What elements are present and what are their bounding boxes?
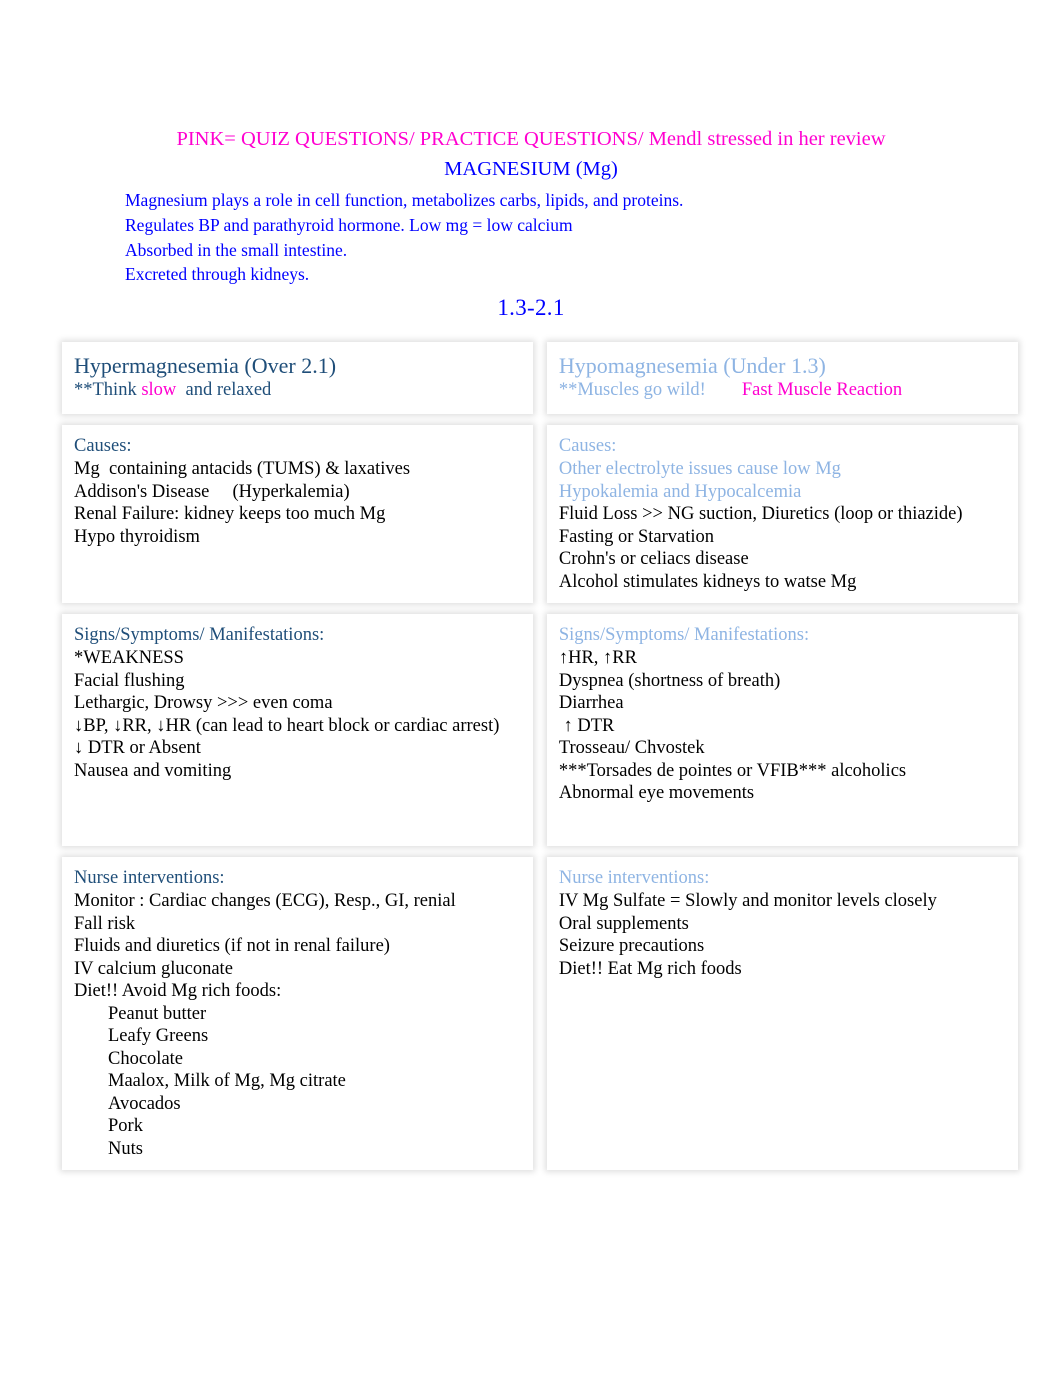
hypomagnesemia-title: Hypomagnesemia (Under 1.3)	[558, 353, 826, 378]
page-title: MAGNESIUM (Mg)	[444, 158, 618, 180]
interventions-heading: Nurse interventions:	[558, 868, 710, 888]
subtitle-highlight: slow	[141, 380, 177, 400]
intervention-item: Seizure precautions	[558, 936, 705, 956]
causes-item: Fluid Loss >> NG suction, Diuretics (loo…	[558, 504, 963, 524]
intro-line-4: Excreted through kidneys.	[125, 264, 310, 285]
signs-item: ***Torsades de pointes or VFIB*** alcoho…	[558, 760, 907, 781]
hypomagnesemia-subtitle: **Muscles go wild! Fast Muscle Reaction	[559, 379, 1006, 402]
cell-hypo-signs: Signs/Symptoms/ Manifestations: ↑HR, ↑RR…	[546, 614, 1018, 846]
intro-line-1: Magnesium plays a role in cell function,…	[125, 190, 684, 210]
signs-item: ↓BP, ↓RR, ↓HR (can lead to heart block o…	[74, 715, 500, 736]
signs-item: Abnormal eye movements	[558, 783, 755, 803]
signs-item: Trosseau/ Chvostek	[558, 738, 705, 758]
intervention-item: Fluids and diuretics (if not in renal fa…	[74, 936, 390, 956]
intervention-item: Fall risk	[74, 913, 136, 934]
signs-item: *WEAKNESS	[74, 648, 184, 668]
food-item: Nuts	[108, 1138, 143, 1159]
causes-item: Hypokalemia and Hypocalcemia	[558, 481, 802, 502]
intervention-item: IV Mg Sulfate = Slowly and monitor level…	[558, 891, 937, 911]
signs-item: ↑ DTR	[558, 715, 615, 736]
intro-line-3: Absorbed in the small intestine.	[125, 239, 348, 260]
causes-item: Hypo thyroidism	[74, 526, 200, 547]
pink-legend-banner: PINK= QUIZ QUESTIONS/ PRACTICE QUESTIONS…	[176, 128, 886, 150]
column-gutter	[533, 342, 547, 414]
column-gutter	[533, 857, 547, 1170]
signs-item: Dyspnea (shortness of breath)	[558, 670, 781, 691]
intervention-item: Oral supplements	[558, 913, 689, 934]
causes-heading: Causes:	[558, 436, 617, 456]
causes-item: Mg containing antacids (TUMS) & laxative…	[74, 459, 411, 479]
signs-item: ↑HR, ↑RR	[558, 648, 637, 668]
causes-item: Crohn's or celiacs disease	[558, 549, 749, 569]
intervention-item: Diet!! Avoid Mg rich foods:	[74, 981, 282, 1001]
causes-item: Renal Failure: kidney keeps too much Mg	[74, 504, 386, 524]
signs-item: Nausea and vomiting	[74, 760, 232, 781]
food-item: Leafy Greens	[108, 1026, 209, 1046]
column-gutter	[533, 425, 547, 603]
table-row-interventions: Nurse interventions: Monitor : Cardiac c…	[62, 857, 1018, 1170]
causes-item: Fasting or Starvation	[558, 526, 715, 547]
subtitle-suffix: and relaxed	[176, 380, 272, 400]
causes-item: Addison's Disease (Hyperkalemia)	[74, 481, 350, 502]
subtitle-prefix: **Think	[74, 380, 142, 400]
cell-hypo-title: Hypomagnesemia (Under 1.3) **Muscles go …	[546, 342, 1018, 414]
table-row-gap	[62, 414, 1018, 425]
signs-item: ↓ DTR or Absent	[74, 738, 201, 758]
food-item: Pork	[108, 1116, 143, 1136]
interventions-heading: Nurse interventions:	[74, 868, 225, 888]
table-row-gap	[62, 603, 1018, 614]
document-page: PINK= QUIZ QUESTIONS/ PRACTICE QUESTIONS…	[0, 0, 1062, 1377]
table-row-signs: Signs/Symptoms/ Manifestations: *WEAKNES…	[62, 614, 1018, 846]
normal-range-value: 1.3-2.1	[497, 295, 565, 321]
cell-hypo-interventions: Nurse interventions: IV Mg Sulfate = Slo…	[546, 857, 1018, 1170]
intervention-item: IV calcium gluconate	[74, 958, 233, 979]
food-item: Peanut butter	[108, 1003, 207, 1024]
signs-heading: Signs/Symptoms/ Manifestations:	[74, 625, 325, 645]
intervention-item: Monitor : Cardiac changes (ECG), Resp., …	[74, 891, 456, 911]
cell-hyper-title: Hypermagnesemia (Over 2.1) **Think slow …	[62, 342, 534, 414]
signs-item: Lethargic, Drowsy >>> even coma	[74, 693, 333, 713]
cell-hyper-signs: Signs/Symptoms/ Manifestations: *WEAKNES…	[62, 614, 534, 846]
table-row-gap	[62, 846, 1018, 857]
signs-heading: Signs/Symptoms/ Manifestations:	[558, 625, 810, 645]
table-row-causes: Causes: Mg containing antacids (TUMS) & …	[62, 425, 1018, 603]
column-gutter	[533, 614, 547, 846]
cell-hyper-causes: Causes: Mg containing antacids (TUMS) & …	[62, 425, 534, 603]
causes-item: Other electrolyte issues cause low Mg	[558, 459, 841, 479]
document-header: PINK= QUIZ QUESTIONS/ PRACTICE QUESTIONS…	[125, 124, 937, 323]
causes-item: Alcohol stimulates kidneys to watse Mg	[558, 571, 857, 592]
signs-item: Facial flushing	[74, 670, 185, 691]
cell-hyper-interventions: Nurse interventions: Monitor : Cardiac c…	[62, 857, 534, 1170]
intro-paragraph: Magnesium plays a role in cell function,…	[125, 188, 937, 287]
food-item: Avocados	[108, 1093, 181, 1114]
signs-item: Diarrhea	[558, 693, 624, 713]
causes-heading: Causes:	[74, 436, 132, 456]
hypermagnesemia-title: Hypermagnesemia (Over 2.1)	[74, 353, 337, 378]
subtitle-highlight: Fast Muscle Reaction	[741, 380, 903, 400]
table-row-headers: Hypermagnesemia (Over 2.1) **Think slow …	[62, 342, 1018, 414]
comparison-table: Hypermagnesemia (Over 2.1) **Think slow …	[62, 342, 1018, 1170]
intro-line-2: Regulates BP and parathyroid hormone. Lo…	[125, 214, 573, 235]
intervention-item: Diet!! Eat Mg rich foods	[558, 958, 742, 979]
food-item: Chocolate	[108, 1048, 184, 1069]
subtitle-prefix: **Muscles go wild!	[558, 380, 706, 400]
food-item: Maalox, Milk of Mg, Mg citrate	[108, 1071, 346, 1091]
cell-hypo-causes: Causes: Other electrolyte issues cause l…	[546, 425, 1018, 603]
hypermagnesemia-subtitle: **Think slow and relaxed	[74, 379, 521, 402]
